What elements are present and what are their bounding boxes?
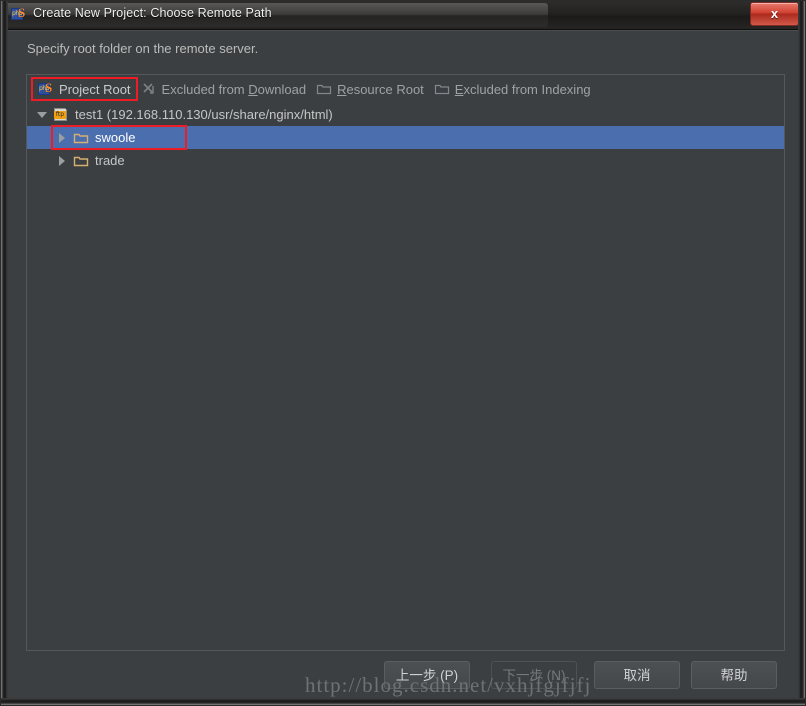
phpstorm-icon: S: [38, 81, 54, 97]
dialog-prompt: Specify root folder on the remote server…: [27, 41, 259, 56]
legend-excluded-from-download-label: Excluded from Download: [161, 81, 307, 97]
next-button: 下一步 (N): [491, 661, 577, 689]
folder-icon: [73, 130, 89, 146]
legend-excluded-from-download[interactable]: Excluded from Download: [136, 79, 312, 99]
tree-row-label: test1 (192.168.110.130/usr/share/nginx/h…: [75, 107, 333, 122]
help-button[interactable]: 帮助: [691, 661, 777, 689]
folder-icon: [73, 153, 89, 169]
legend-bar: S Project Root Excluded from Download: [27, 75, 784, 103]
legend-excluded-from-indexing-label: Excluded from Indexing: [454, 81, 591, 97]
remote-path-panel: S Project Root Excluded from Download: [26, 74, 785, 651]
chevron-right-icon[interactable]: [55, 131, 69, 145]
chevron-down-icon[interactable]: [35, 108, 49, 122]
ftp-server-icon: [53, 106, 69, 123]
tree-row-label: swoole: [95, 130, 136, 145]
window-frame-right: [798, 1, 805, 705]
folder-outline-icon: [316, 81, 332, 97]
tree-row[interactable]: swoole: [27, 125, 784, 150]
tree-row[interactable]: trade: [27, 149, 784, 172]
cancel-button[interactable]: 取消: [594, 661, 680, 689]
legend-project-root-label: Project Root: [59, 81, 131, 97]
excluded-download-icon: [141, 81, 157, 97]
legend-resource-root[interactable]: Resource Root: [311, 79, 429, 99]
phpstorm-icon: S: [11, 6, 29, 24]
dialog-body: Specify root folder on the remote server…: [8, 30, 800, 700]
tree-row-label: trade: [95, 153, 125, 168]
chevron-right-icon[interactable]: [55, 154, 69, 168]
dialog-window: S Create New Project: Choose Remote Path…: [0, 0, 806, 706]
window-frame-left: [1, 1, 8, 705]
folder-outline-icon: [434, 81, 450, 97]
legend-resource-root-label: Resource Root: [337, 81, 424, 97]
remote-path-tree[interactable]: test1 (192.168.110.130/usr/share/nginx/h…: [27, 103, 784, 650]
previous-button[interactable]: 上一步 (P): [384, 661, 470, 689]
title-bar[interactable]: S Create New Project: Choose Remote Path…: [1, 1, 805, 30]
legend-project-root[interactable]: S Project Root: [31, 77, 138, 101]
window-frame-bottom: [1, 698, 805, 705]
tree-row[interactable]: test1 (192.168.110.130/usr/share/nginx/h…: [27, 103, 784, 126]
close-icon[interactable]: x: [750, 2, 799, 26]
legend-excluded-from-indexing[interactable]: Excluded from Indexing: [429, 79, 596, 99]
dialog-button-bar: 上一步 (P) 下一步 (N) 取消 帮助: [8, 659, 800, 701]
window-title: Create New Project: Choose Remote Path: [33, 6, 272, 20]
